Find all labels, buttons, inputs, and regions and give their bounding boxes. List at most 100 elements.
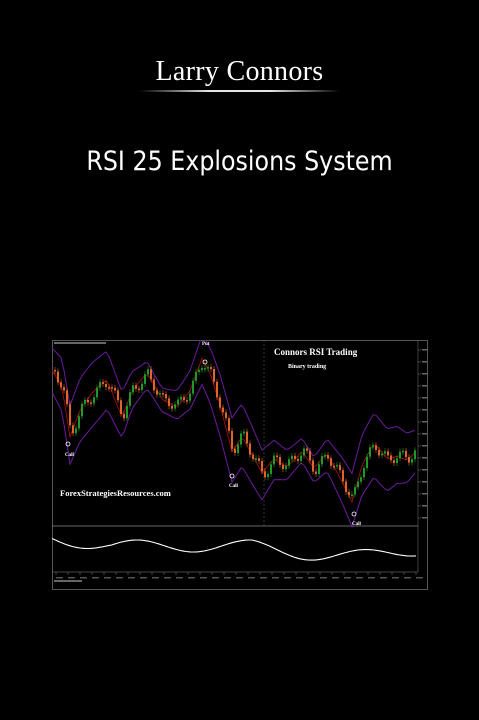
candle-body xyxy=(192,380,194,394)
candle-body xyxy=(264,471,266,478)
candle-body xyxy=(273,455,275,465)
candle-body xyxy=(303,448,305,456)
price-tick-label xyxy=(422,493,427,495)
candle-body xyxy=(324,455,326,457)
candle-body xyxy=(225,412,227,419)
candle-body xyxy=(393,460,395,463)
candle-body xyxy=(72,425,74,434)
candle-body xyxy=(360,477,362,482)
time-tick-label xyxy=(212,577,219,579)
lower-band-line xyxy=(52,383,416,529)
candle-body xyxy=(357,481,359,488)
candle-body xyxy=(156,390,158,395)
candle-body xyxy=(390,455,392,461)
chart-header-info xyxy=(54,342,106,344)
candle-body xyxy=(57,371,59,383)
time-tick-label xyxy=(296,577,303,579)
candle-body xyxy=(222,407,224,413)
candle-body xyxy=(108,387,110,389)
candle-body xyxy=(147,369,149,375)
time-tick-label xyxy=(128,577,135,579)
time-tick-label xyxy=(380,577,387,579)
candle-body xyxy=(261,461,263,472)
time-tick-label xyxy=(80,577,87,579)
signal-arrow-marker xyxy=(351,511,357,517)
time-tick-label xyxy=(140,577,147,579)
price-tick-label xyxy=(422,481,427,483)
time-tick-label xyxy=(56,577,63,579)
candle-body xyxy=(237,444,239,453)
candle-body xyxy=(363,468,365,478)
time-tick-label xyxy=(356,577,363,579)
price-tick-label xyxy=(422,445,427,447)
candle-body xyxy=(396,458,398,463)
candle-body xyxy=(354,487,356,495)
candle-body xyxy=(171,405,173,409)
candle-body xyxy=(234,448,236,453)
time-tick-label xyxy=(416,577,423,579)
candle-body xyxy=(351,494,353,496)
candle-body xyxy=(174,404,176,409)
candle-body xyxy=(306,448,308,451)
signal-label-call-1: Call xyxy=(65,453,74,458)
candle-body xyxy=(246,431,248,444)
time-tick-label xyxy=(176,577,183,579)
candle-body xyxy=(375,445,377,450)
candle-body xyxy=(297,458,299,461)
candle-body xyxy=(411,459,413,463)
candle-body xyxy=(69,404,71,426)
signal-label-call-2: Call xyxy=(229,484,238,489)
candle-body xyxy=(315,471,317,474)
candle-body xyxy=(258,458,260,462)
candle-body xyxy=(213,369,215,382)
candle-body xyxy=(105,383,107,388)
candle-body xyxy=(102,382,104,384)
time-tick-label xyxy=(164,577,171,579)
time-tick-label xyxy=(92,577,99,579)
price-tick-label xyxy=(422,409,427,411)
candle-body xyxy=(66,390,68,405)
candle-body xyxy=(84,399,86,404)
candle-body xyxy=(288,459,290,466)
candle-body xyxy=(90,402,92,404)
price-tick-label xyxy=(422,457,427,459)
candle-body xyxy=(318,464,320,474)
candle-body xyxy=(252,454,254,459)
signal-label-call-3: Call xyxy=(352,522,361,527)
time-tick-label xyxy=(308,577,315,579)
candle-body xyxy=(159,393,161,395)
candle-body xyxy=(342,470,344,482)
chart-canvas xyxy=(52,340,428,590)
chart-subtitle: Binary trading xyxy=(288,364,327,370)
time-tick-label xyxy=(344,577,351,579)
time-tick-label xyxy=(404,577,411,579)
candle-body xyxy=(267,474,269,478)
candle-body xyxy=(93,397,95,404)
candle-body xyxy=(63,387,65,391)
price-tick-label xyxy=(422,517,427,519)
candle-body xyxy=(369,447,371,457)
time-tick-label xyxy=(284,577,291,579)
time-tick-label xyxy=(260,577,267,579)
candle-body xyxy=(372,445,374,448)
price-tick-label xyxy=(422,469,427,471)
chart-brand-watermark: ForexStrategiesResources.com xyxy=(60,488,171,498)
price-tick-label xyxy=(422,397,427,399)
time-tick-label xyxy=(392,577,399,579)
candle-body xyxy=(54,370,56,372)
candle-body xyxy=(294,455,296,459)
candle-body xyxy=(207,367,209,369)
candle-body xyxy=(327,455,329,459)
chart-frame xyxy=(52,340,428,590)
chart-footer-info xyxy=(54,580,82,582)
candle-body xyxy=(165,394,167,399)
candle-body xyxy=(99,382,101,388)
price-tick-label xyxy=(422,385,427,387)
candle-body xyxy=(240,433,242,445)
author-name: Larry Connors xyxy=(155,56,324,87)
candle-body xyxy=(186,400,188,402)
candle-body xyxy=(381,453,383,456)
candle-body xyxy=(96,387,98,398)
candle-body xyxy=(216,381,218,398)
candle-body xyxy=(141,383,143,390)
